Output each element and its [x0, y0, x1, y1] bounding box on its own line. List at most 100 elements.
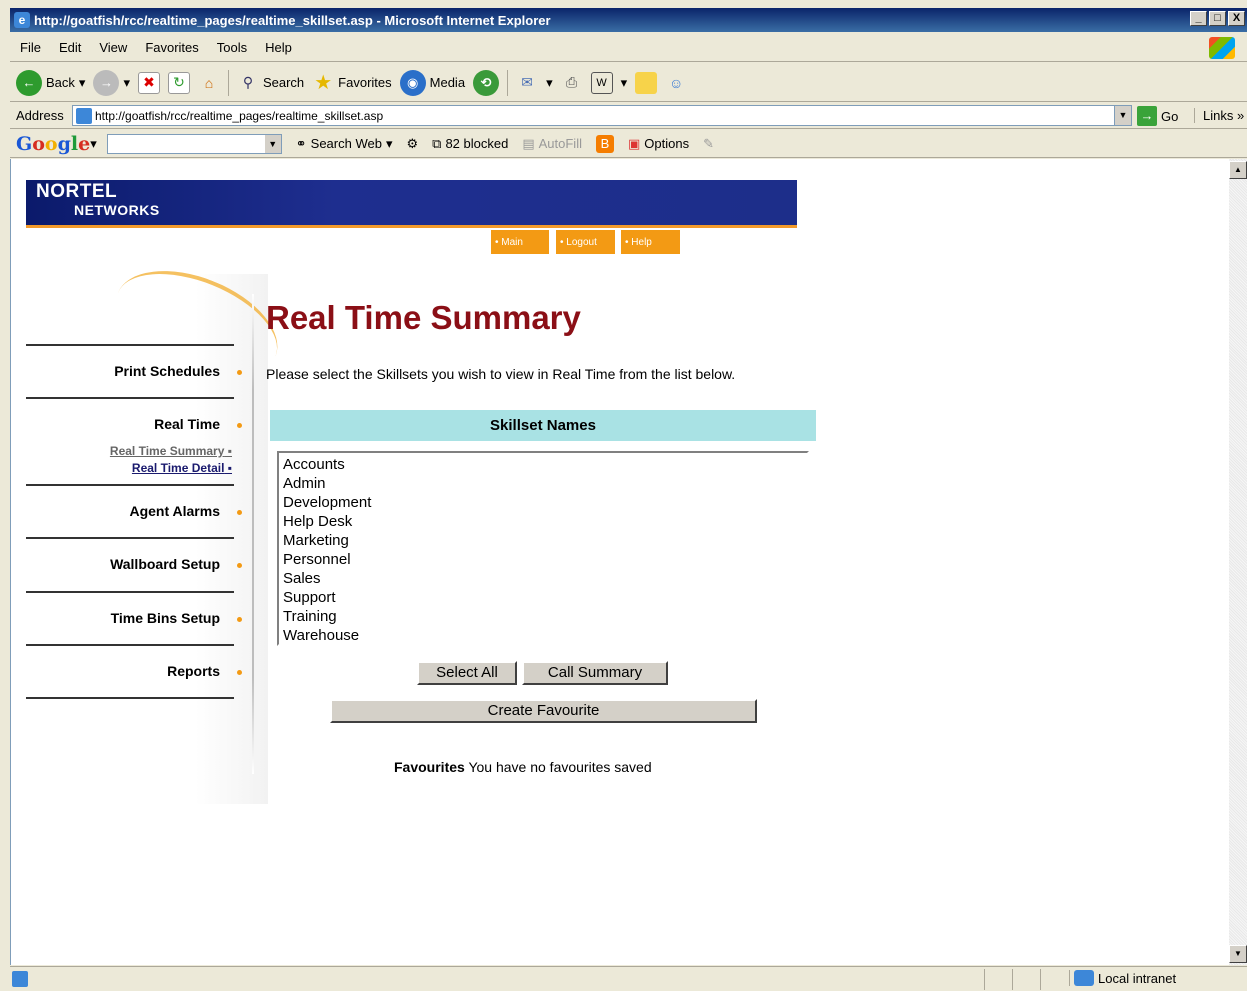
media-button[interactable]: ◉ Media [399, 69, 465, 96]
bullet-icon [237, 563, 242, 568]
skillset-option[interactable]: Marketing [283, 531, 803, 550]
print-icon[interactable]: ⎙ [561, 72, 583, 94]
sidebar: Print Schedules Real Time Real Time Summ… [26, 249, 293, 804]
search-web-button[interactable]: ⚭ Search Web ▾ [296, 136, 393, 152]
address-input[interactable]: http://goatfish/rcc/realtime_pages/realt… [72, 105, 1132, 126]
stop-icon[interactable]: ✖ [137, 71, 160, 94]
links-button[interactable]: Links » [1194, 108, 1244, 123]
favorites-button[interactable]: ★ Favorites [312, 72, 391, 94]
google-search-input[interactable]: ▼ [106, 133, 282, 154]
minimize-button[interactable]: _ [1190, 11, 1207, 26]
forward-dropdown-icon[interactable]: ▾ [123, 75, 130, 91]
back-button[interactable]: ← Back ▾ [16, 69, 86, 96]
nav-main-link[interactable]: • Main [491, 230, 549, 254]
menu-file[interactable]: File [20, 40, 41, 55]
google-search-dropdown-icon[interactable]: ▼ [264, 134, 281, 153]
nortel-banner: NORTEL NETWORKS [26, 180, 797, 228]
address-bar: Address http://goatfish/rcc/realtime_pag… [10, 103, 1247, 129]
google-dropdown-icon[interactable]: ▾ [90, 136, 97, 152]
skillset-option[interactable]: Admin [283, 474, 803, 493]
history-icon[interactable]: ⟲ [473, 69, 500, 96]
bullet-icon [237, 617, 242, 622]
menu-help[interactable]: Help [265, 40, 292, 55]
magnifier-icon: ⚲ [242, 74, 254, 90]
page-icon [76, 108, 92, 124]
zone-label: Local intranet [1098, 970, 1177, 986]
binoculars-icon: ⚭ [295, 135, 307, 151]
intro-text: Please select the Skillsets you wish to … [266, 366, 736, 382]
menu-edit[interactable]: Edit [59, 40, 81, 55]
sidebar-item-wallboard-setup[interactable]: Wallboard Setup [110, 556, 220, 572]
refresh-icon[interactable]: ↻ [167, 71, 190, 94]
sidebar-item-agent-alarms[interactable]: Agent Alarms [129, 503, 220, 519]
blogger-icon[interactable]: B [595, 134, 614, 153]
nortel-logo: NORTEL NETWORKS [36, 182, 160, 219]
sidebar-item-reports[interactable]: Reports [167, 663, 220, 679]
nav-help-label: • Help [625, 236, 652, 248]
call-summary-button[interactable]: Call Summary [522, 661, 668, 685]
mail-dropdown-icon[interactable]: ▾ [546, 75, 553, 91]
status-cells [984, 969, 1068, 990]
skillset-list-header: Skillset Names [270, 410, 816, 441]
real-time-detail-label: Real Time Detail [131, 461, 225, 475]
skillset-option[interactable]: Accounts [283, 455, 803, 474]
options-label: Options [644, 136, 690, 151]
sidebar-rule [26, 591, 234, 593]
search-web-dropdown-icon[interactable]: ▾ [386, 136, 393, 152]
vertical-scrollbar[interactable]: ▲ ▼ [1229, 159, 1247, 965]
scroll-down-icon[interactable]: ▼ [1229, 945, 1247, 963]
sidebar-link-real-time-detail[interactable]: Real Time Detail ▪ [132, 461, 232, 475]
skillset-option[interactable]: Sales [283, 569, 803, 588]
skillset-option[interactable]: Support [283, 588, 803, 607]
skillset-option[interactable]: Training [283, 607, 803, 626]
select-all-button[interactable]: Select All [417, 661, 517, 685]
globe-icon: ◉ [399, 69, 426, 96]
edit-dropdown-icon[interactable]: ▾ [621, 75, 628, 91]
go-button[interactable]: → Go [1137, 106, 1178, 126]
maximize-button[interactable]: □ [1209, 11, 1226, 26]
google-logo[interactable]: Google [16, 133, 90, 155]
address-dropdown-icon[interactable]: ▼ [1114, 106, 1131, 125]
popup-blocker-button[interactable]: ⧉ 82 blocked [432, 136, 508, 152]
sidebar-item-real-time[interactable]: Real Time [154, 416, 220, 432]
pagerank-icon[interactable]: ⚙ [406, 136, 418, 152]
menu-view[interactable]: View [99, 40, 127, 55]
page-title: Real Time Summary [266, 299, 581, 336]
sidebar-item-time-bins-setup[interactable]: Time Bins Setup [111, 610, 220, 626]
links-label: Links [1203, 108, 1234, 123]
search-button[interactable]: ⚲ Search [237, 72, 304, 94]
window-title: http://goatfish/rcc/realtime_pages/realt… [34, 12, 551, 28]
nav-help-link[interactable]: • Help [621, 230, 680, 254]
skillset-listbox[interactable]: Accounts Admin Development Help Desk Mar… [277, 451, 809, 646]
options-button[interactable]: ▣ Options [628, 136, 689, 152]
pencil-icon[interactable]: ✎ [703, 136, 714, 152]
menu-favorites[interactable]: Favorites [145, 40, 198, 55]
word-edit-icon[interactable]: W [590, 71, 613, 94]
close-button[interactable]: X [1228, 11, 1245, 26]
create-favourite-button[interactable]: Create Favourite [330, 699, 757, 723]
skillset-option[interactable]: Development [283, 493, 803, 512]
skillset-option[interactable]: Personnel [283, 550, 803, 569]
nav-logout-link[interactable]: • Logout [556, 230, 615, 254]
messenger-icon[interactable]: ☺ [665, 72, 687, 94]
forward-button[interactable]: → ▾ [93, 69, 130, 96]
sidebar-link-real-time-summary[interactable]: Real Time Summary ▪ [110, 444, 232, 458]
favorites-label: Favorites [338, 75, 392, 90]
mail-icon[interactable]: ✉ [516, 72, 538, 94]
bullet-icon [237, 370, 242, 375]
windows-logo-icon [1209, 37, 1235, 59]
home-icon[interactable]: ⌂ [198, 72, 220, 94]
back-dropdown-icon[interactable]: ▾ [79, 75, 86, 91]
popup-blocker-icon: ⧉ [432, 135, 442, 151]
sidebar-item-print-schedules[interactable]: Print Schedules [114, 363, 220, 379]
note-icon[interactable] [635, 71, 658, 94]
menu-tools[interactable]: Tools [217, 40, 247, 55]
scroll-up-icon[interactable]: ▲ [1229, 161, 1247, 179]
autofill-button[interactable]: ▤ AutoFill [522, 136, 582, 152]
page-viewport: NORTEL NETWORKS • Main • Logout • Help P… [10, 159, 1229, 965]
address-label: Address [16, 108, 64, 123]
skillset-option[interactable]: Help Desk [283, 512, 803, 531]
autofill-label: AutoFill [538, 136, 582, 151]
back-label: Back [46, 75, 75, 90]
skillset-option[interactable]: Warehouse [283, 626, 803, 645]
